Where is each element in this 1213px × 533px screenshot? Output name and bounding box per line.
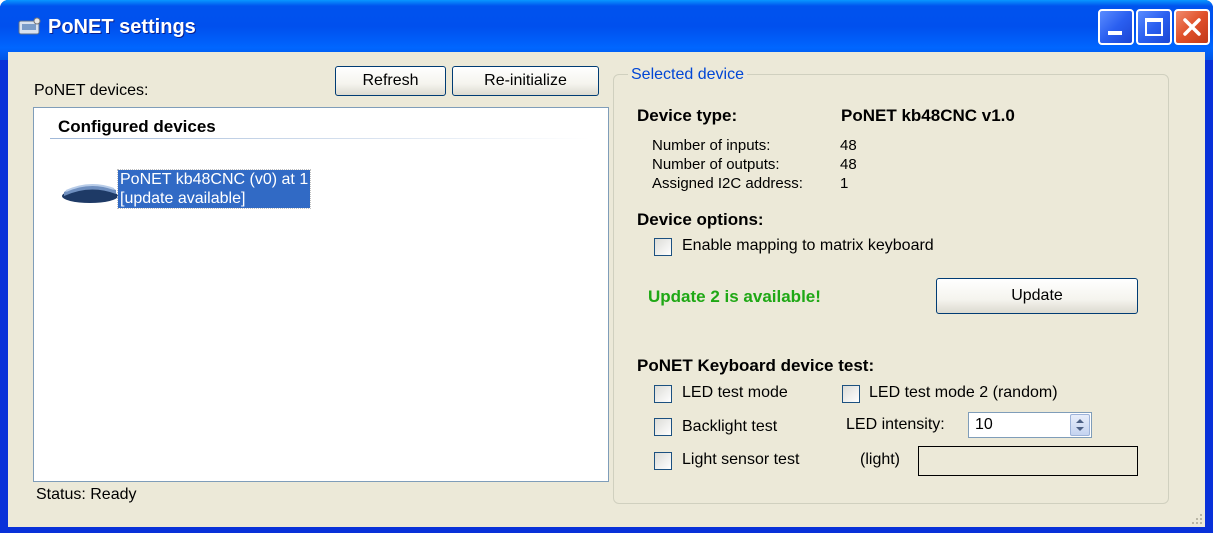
minimize-icon bbox=[1108, 31, 1122, 35]
led-test2-checkbox[interactable] bbox=[842, 385, 860, 403]
i2c-value: 1 bbox=[840, 175, 848, 192]
inputs-label: Number of inputs: bbox=[652, 137, 770, 154]
update-button[interactable]: Update bbox=[936, 278, 1138, 314]
light-sensor-checkbox[interactable] bbox=[654, 452, 672, 470]
resize-grip-icon[interactable] bbox=[1189, 511, 1203, 525]
inputs-value: 48 bbox=[840, 137, 857, 154]
outputs-value: 48 bbox=[840, 156, 857, 173]
maximize-button[interactable] bbox=[1136, 9, 1172, 45]
light-value-field bbox=[918, 446, 1138, 476]
title-bar[interactable]: PoNET settings bbox=[0, 0, 1213, 60]
status-text: Status: Ready bbox=[36, 486, 137, 504]
light-sensor-label: Light sensor test bbox=[682, 451, 799, 469]
refresh-button[interactable]: Refresh bbox=[335, 66, 446, 96]
spinner-buttons[interactable] bbox=[1070, 414, 1090, 436]
group-header-divider bbox=[50, 138, 590, 139]
device-options-title: Device options: bbox=[637, 210, 764, 230]
list-item[interactable]: PoNET kb48CNC (v0) at 1 [update availabl… bbox=[60, 170, 360, 214]
maximize-icon bbox=[1145, 18, 1163, 36]
device-list[interactable]: Configured devices PoNET kb48CNC (v0) at… bbox=[33, 107, 609, 482]
update-available-text: Update 2 is available! bbox=[648, 287, 821, 307]
client-area: PoNET devices: Refresh Re-initialize Con… bbox=[8, 52, 1205, 527]
i2c-label: Assigned I2C address: bbox=[652, 175, 803, 192]
reinitialize-button[interactable]: Re-initialize bbox=[452, 66, 599, 96]
led-test-label: LED test mode bbox=[682, 384, 788, 402]
backlight-test-checkbox[interactable] bbox=[654, 418, 672, 436]
device-type-label: Device type: bbox=[637, 106, 737, 126]
led-intensity-label: LED intensity: bbox=[846, 416, 945, 434]
close-icon bbox=[1176, 11, 1208, 43]
spinner-arrows-icon bbox=[1071, 415, 1089, 435]
devices-label: PoNET devices: bbox=[34, 82, 148, 100]
light-label: (light) bbox=[860, 451, 900, 469]
close-button[interactable] bbox=[1174, 9, 1210, 45]
minimize-button[interactable] bbox=[1098, 9, 1134, 45]
selected-device-title: Selected device bbox=[628, 66, 747, 84]
outputs-label: Number of outputs: bbox=[652, 156, 780, 173]
enable-mapping-label: Enable mapping to matrix keyboard bbox=[682, 237, 934, 255]
device-status-line: [update available] bbox=[120, 189, 308, 208]
led-intensity-value: 10 bbox=[975, 416, 993, 434]
enable-mapping-checkbox[interactable] bbox=[654, 238, 672, 256]
settings-window: PoNET settings PoNET devices: Refresh Re… bbox=[0, 0, 1213, 533]
led-test-checkbox[interactable] bbox=[654, 385, 672, 403]
list-item-label: PoNET kb48CNC (v0) at 1 [update availabl… bbox=[118, 170, 310, 208]
keyboard-device-icon bbox=[60, 176, 120, 206]
backlight-test-label: Backlight test bbox=[682, 418, 777, 436]
device-type-value: PoNET kb48CNC v1.0 bbox=[841, 106, 1015, 126]
led-test2-label: LED test mode 2 (random) bbox=[869, 384, 1058, 402]
led-intensity-spinner[interactable]: 10 bbox=[968, 412, 1092, 438]
device-name-line: PoNET kb48CNC (v0) at 1 bbox=[120, 170, 308, 189]
window-title: PoNET settings bbox=[48, 16, 196, 39]
app-icon bbox=[18, 17, 42, 37]
group-header: Configured devices bbox=[58, 117, 216, 137]
keyboard-test-title: PoNET Keyboard device test: bbox=[637, 356, 874, 376]
